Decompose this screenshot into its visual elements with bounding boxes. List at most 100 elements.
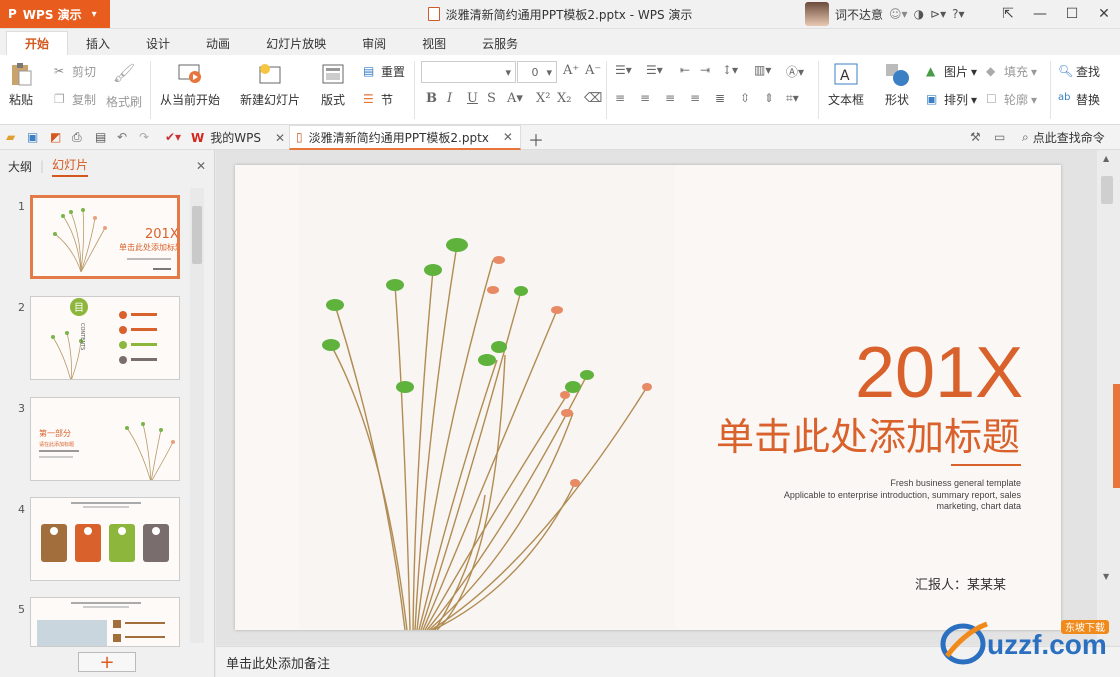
tab-review[interactable]: 审阅 (344, 31, 404, 55)
replace-button[interactable]: ab 替换 (1058, 91, 1100, 108)
customize-toolbar-icon[interactable]: ✔▾ (165, 130, 181, 144)
shrink-font-icon[interactable]: A⁻ (585, 63, 601, 78)
justify-icon[interactable]: ≡ (690, 91, 700, 105)
wps-app-menu-button[interactable]: P WPS 演示 ▾ (0, 0, 110, 28)
help-icon[interactable]: ?▾ (952, 7, 964, 21)
smartart-icon[interactable]: ⌗▾ (786, 91, 799, 106)
tab-outline[interactable]: 大纲 (8, 158, 32, 175)
add-slide-button[interactable]: + (78, 652, 136, 673)
user-name[interactable]: 词不达意 (835, 6, 883, 23)
thumbnail-scrollbar[interactable] (190, 188, 204, 643)
outline-button[interactable]: ☐ 轮廓 ▾ (986, 91, 1037, 108)
tab-insert[interactable]: 插入 (68, 31, 128, 55)
command-search[interactable]: ⌕ 点此查找命令 (1020, 125, 1105, 150)
tab-design[interactable]: 设计 (128, 31, 188, 55)
print-icon[interactable]: ⎙ (72, 130, 86, 144)
italic-icon[interactable]: I (447, 91, 452, 106)
shape-button[interactable]: 形状 (884, 61, 910, 108)
close-icon[interactable]: ✕ (503, 130, 513, 144)
paste-button[interactable]: 粘贴 (8, 61, 34, 108)
text-direction-icon[interactable]: Ⓐ▾ (786, 63, 804, 80)
subscript-icon[interactable]: X₂ (557, 91, 571, 106)
find-button[interactable]: 🔍︎ 查找 (1058, 63, 1100, 80)
scroll-down-icon[interactable]: ▼ (1103, 572, 1109, 581)
font-family-select[interactable]: ▾ (421, 61, 516, 83)
maximize-button[interactable]: ☐ (1056, 0, 1088, 28)
slide-thumbnail-4[interactable] (30, 497, 180, 581)
align-center-icon[interactable]: ≡ (640, 91, 650, 105)
superscript-icon[interactable]: X² (536, 91, 550, 106)
tab-slideshow[interactable]: 幻灯片放映 (248, 31, 344, 55)
new-slide-button[interactable]: 新建幻灯片 (240, 61, 300, 108)
tab-my-wps[interactable]: W 我的WPS ✕ (185, 125, 289, 150)
copy-button[interactable]: ❐ 复制 (54, 91, 96, 108)
close-icon[interactable]: ✕ (196, 159, 206, 173)
tab-home[interactable]: 开始 (6, 31, 69, 55)
cut-button[interactable]: ✂ 剪切 (54, 63, 96, 80)
format-painter-button[interactable]: 🖌 格式刷 (106, 63, 142, 110)
numbered-list-icon[interactable]: ☰▾ (646, 63, 663, 77)
tab-view[interactable]: 视图 (404, 31, 464, 55)
scrollbar-thumb[interactable] (192, 206, 202, 264)
vertical-align-icon[interactable]: ⇳ (740, 91, 750, 105)
line-spacing-icon[interactable]: ↕▾ (722, 63, 738, 77)
pin-icon[interactable]: ⚒ (970, 130, 984, 144)
close-icon[interactable]: ✕ (275, 131, 285, 145)
underline-icon[interactable]: U (467, 91, 478, 106)
theme-icon[interactable]: ◑ (914, 7, 924, 21)
arrange-button[interactable]: ▣ 排列 ▾ (926, 91, 977, 108)
columns-icon[interactable]: ▥▾ (754, 63, 771, 77)
slide-subtitle[interactable]: Fresh business general template Applicab… (755, 478, 1021, 513)
slide-thumbnail-3[interactable]: 第一部分 请在此添加标题 (30, 397, 180, 481)
minimize-button[interactable]: — (1024, 0, 1056, 28)
vertical-scrollbar[interactable]: ▲ ▼ (1097, 150, 1120, 645)
scrollbar-thumb[interactable] (1101, 176, 1113, 204)
window-toggle-icon[interactable]: ▭ (994, 130, 1008, 144)
save-icon[interactable]: ▣ (27, 130, 41, 144)
reset-button[interactable]: ▤ 重置 (363, 63, 405, 80)
skin-icon[interactable]: ☺▾ (889, 7, 908, 21)
font-size-select[interactable]: 0 ▾ (517, 61, 557, 83)
slide-thumbnail-1[interactable]: 201X 单击此处添加标题 (30, 195, 180, 279)
side-panel-toggle[interactable] (1113, 384, 1120, 488)
layout-button[interactable]: 版式 (320, 61, 346, 108)
current-slide[interactable]: 201X 单击此处添加标题 Fresh business general tem… (235, 165, 1061, 630)
align-left-icon[interactable]: ≡ (615, 91, 625, 105)
tab-document[interactable]: ▯ 淡雅清新简约通用PPT模板2.pptx ✕ (289, 125, 521, 150)
slide-year[interactable]: 201X (855, 337, 1023, 409)
slide-title[interactable]: 单击此处添加标题 (716, 416, 1020, 459)
align-right-icon[interactable]: ≡ (665, 91, 675, 105)
export-pdf-icon[interactable]: ◩ (50, 130, 64, 144)
textbox-button[interactable]: A 文本框 (828, 61, 864, 108)
slide-thumbnail-2[interactable]: 目 CONTENTS (30, 296, 180, 380)
print-preview-icon[interactable]: ▤ (95, 130, 109, 144)
tab-animation[interactable]: 动画 (188, 31, 248, 55)
font-color-icon[interactable]: A▾ (507, 91, 523, 106)
restore-ribbon-icon[interactable]: ⇱ (992, 0, 1024, 28)
picture-button[interactable]: ▲ 图片 ▾ (926, 63, 977, 80)
decrease-indent-icon[interactable]: ⇤ (680, 63, 690, 77)
shadow-icon[interactable]: S (487, 91, 496, 106)
user-area[interactable]: 词不达意 ☺▾ ◑ ⊳▾ ?▾ (805, 0, 965, 28)
new-tab-plus-icon[interactable]: ＋ (528, 127, 544, 150)
slide-thumbnail-5[interactable] (30, 597, 180, 647)
bold-icon[interactable]: B (426, 91, 437, 106)
share-icon[interactable]: ⊳▾ (930, 7, 946, 21)
bullet-list-icon[interactable]: ☰▾ (615, 63, 632, 77)
paragraph-align-icon[interactable]: ⇕ (764, 91, 774, 105)
distribute-icon[interactable]: ≣ (715, 91, 725, 105)
fill-button[interactable]: ◆ 填充 ▾ (986, 63, 1037, 80)
section-button[interactable]: ☰ 节 (363, 91, 393, 108)
tab-slides[interactable]: 幻灯片 (52, 156, 89, 177)
open-folder-icon[interactable]: ▰ (6, 130, 20, 144)
undo-icon[interactable]: ↶ (117, 130, 131, 144)
grow-font-icon[interactable]: A⁺ (563, 63, 579, 78)
notes-placeholder[interactable]: 单击此处添加备注 (226, 653, 330, 672)
increase-indent-icon[interactable]: ⇥ (700, 63, 710, 77)
avatar[interactable] (805, 2, 829, 26)
clear-format-icon[interactable]: ⌫ (584, 91, 602, 106)
tab-cloud[interactable]: 云服务 (464, 31, 536, 55)
close-button[interactable]: ✕ (1088, 0, 1120, 28)
from-current-slide-button[interactable]: 从当前开始 (160, 61, 220, 108)
slide-reporter[interactable]: 汇报人：某某某 (915, 574, 1006, 593)
